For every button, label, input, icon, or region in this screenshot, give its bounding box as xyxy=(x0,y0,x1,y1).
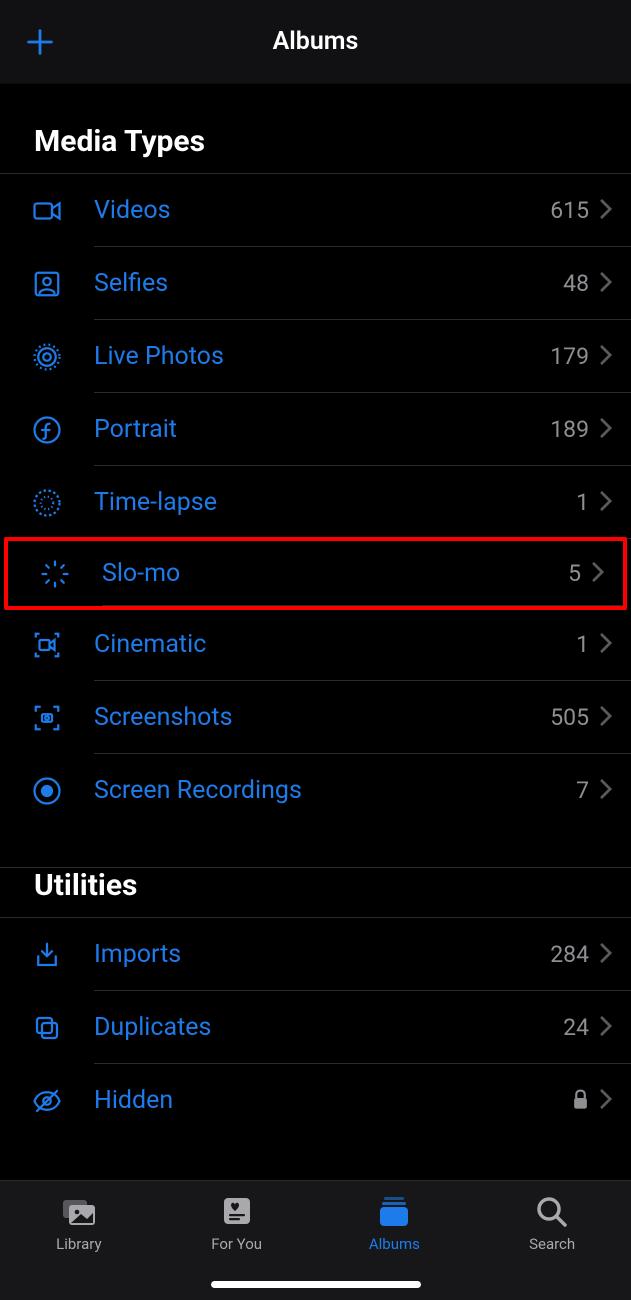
video-icon xyxy=(32,196,62,226)
row-count: 284 xyxy=(550,941,589,968)
row-count: 1 xyxy=(576,631,589,658)
chevron-right-icon xyxy=(599,198,613,224)
add-album-button[interactable] xyxy=(18,20,62,64)
record-circle-icon xyxy=(32,776,62,806)
row-label: Duplicates xyxy=(94,1013,563,1042)
row-label: Selfies xyxy=(94,269,563,298)
row-label: Portrait xyxy=(94,415,550,444)
tab-search[interactable]: Search xyxy=(473,1193,631,1300)
row-count: 179 xyxy=(550,343,589,370)
chevron-right-icon xyxy=(599,417,613,443)
chevron-right-icon xyxy=(599,1015,613,1041)
import-icon xyxy=(32,940,62,970)
row-label: Screenshots xyxy=(94,703,550,732)
chevron-right-icon xyxy=(599,942,613,968)
tab-label: For You xyxy=(211,1235,262,1253)
utilities-row-hidden[interactable]: Hidden xyxy=(0,1064,631,1137)
row-count: 7 xyxy=(576,777,589,804)
chevron-right-icon xyxy=(599,344,613,370)
row-label: Videos xyxy=(94,196,550,225)
lock-icon xyxy=(572,1088,589,1114)
chevron-right-icon xyxy=(599,490,613,516)
row-label: Hidden xyxy=(94,1086,572,1115)
media-row-selfies[interactable]: Selfies 48 xyxy=(0,247,631,320)
plus-icon xyxy=(23,25,57,59)
person-square-icon xyxy=(32,269,62,299)
utilities-header: Utilities xyxy=(0,867,631,918)
media-row-screen-recordings[interactable]: Screen Recordings 7 xyxy=(0,754,631,827)
row-count: 189 xyxy=(550,416,589,443)
chevron-right-icon xyxy=(591,561,605,587)
tab-label: Library xyxy=(56,1235,101,1253)
utilities-section: Utilities Imports 284 Duplicates 24 Hidd… xyxy=(0,827,631,1137)
f-circle-icon xyxy=(32,415,62,445)
chevron-right-icon xyxy=(599,1088,613,1114)
duplicate-icon xyxy=(32,1013,62,1043)
chevron-right-icon xyxy=(599,632,613,658)
library-icon xyxy=(58,1193,100,1229)
media-row-live-photos[interactable]: Live Photos 179 xyxy=(0,320,631,393)
media-row-screenshots[interactable]: Screenshots 505 xyxy=(0,681,631,754)
row-label: Cinematic xyxy=(94,630,576,659)
concentric-circles-icon xyxy=(32,342,62,372)
chevron-right-icon xyxy=(599,705,613,731)
row-label: Live Photos xyxy=(94,342,550,371)
timelapse-icon xyxy=(32,488,62,518)
tab-library[interactable]: Library xyxy=(0,1193,158,1300)
cinematic-icon xyxy=(32,630,62,660)
search-icon xyxy=(531,1193,573,1229)
media-types-section: Media Types Videos 615 Selfies 48 Live P… xyxy=(0,84,631,827)
page-title: Albums xyxy=(273,27,359,56)
row-count: 5 xyxy=(568,560,581,587)
slomo-icon xyxy=(40,559,70,589)
row-count: 1 xyxy=(576,489,589,516)
media-row-slo-mo[interactable]: Slo-mo 5 xyxy=(4,537,627,610)
row-count: 24 xyxy=(563,1014,589,1041)
media-row-videos[interactable]: Videos 615 xyxy=(0,174,631,247)
chevron-right-icon xyxy=(599,271,613,297)
eye-slash-icon xyxy=(32,1086,62,1116)
row-label: Screen Recordings xyxy=(94,776,576,805)
row-label: Time-lapse xyxy=(94,488,576,517)
chevron-right-icon xyxy=(599,778,613,804)
screenshot-icon xyxy=(32,703,62,733)
content-scroll[interactable]: Media Types Videos 615 Selfies 48 Live P… xyxy=(0,84,631,1180)
tab-bar: Library For You Albums Search xyxy=(0,1180,631,1300)
tab-label: Albums xyxy=(369,1235,420,1253)
media-row-time-lapse[interactable]: Time-lapse 1 xyxy=(0,466,631,539)
media-row-portrait[interactable]: Portrait 189 xyxy=(0,393,631,466)
utilities-row-duplicates[interactable]: Duplicates 24 xyxy=(0,991,631,1064)
media-row-cinematic[interactable]: Cinematic 1 xyxy=(0,608,631,681)
utilities-row-imports[interactable]: Imports 284 xyxy=(0,918,631,991)
row-label: Slo-mo xyxy=(102,559,568,588)
for-you-icon xyxy=(216,1193,258,1229)
row-label: Imports xyxy=(94,940,550,969)
media-types-header: Media Types xyxy=(0,124,631,174)
albums-icon xyxy=(373,1193,415,1229)
nav-bar: Albums xyxy=(0,0,631,84)
row-count: 505 xyxy=(550,704,589,731)
row-count: 615 xyxy=(550,197,589,224)
tab-label: Search xyxy=(529,1235,575,1253)
home-indicator[interactable] xyxy=(211,1281,421,1288)
row-count: 48 xyxy=(563,270,589,297)
